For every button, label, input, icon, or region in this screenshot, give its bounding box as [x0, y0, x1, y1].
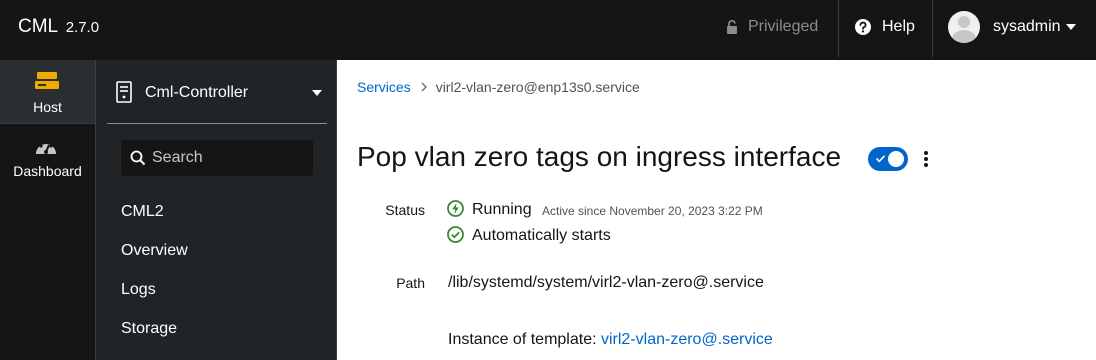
user-name: sysadmin — [993, 18, 1061, 35]
app-rail: Host Dashboard — [0, 60, 96, 360]
instance-of-template: Instance of template: virl2-vlan-zero@.s… — [448, 331, 773, 349]
breadcrumb-services-link[interactable]: Services — [357, 79, 411, 95]
header-divider — [932, 0, 933, 57]
user-menu[interactable]: sysadmin — [948, 0, 1076, 54]
sidebar-item-logs[interactable]: Logs — [121, 281, 156, 299]
status-label: Status — [385, 202, 425, 218]
service-enabled-toggle[interactable] — [868, 147, 908, 171]
brand-version: 2.7.0 — [65, 19, 100, 36]
sidebar: Cml-Controller CML2 Overview Logs Storag… — [96, 60, 337, 360]
brand[interactable]: CML 2.7.0 — [18, 16, 99, 38]
running-bolt-icon — [447, 200, 464, 217]
main-content: Services virl2-vlan-zero@enp13s0.service… — [337, 60, 1096, 360]
check-icon — [875, 155, 886, 163]
page-title: Pop vlan zero tags on ingress interface — [357, 141, 842, 172]
status-active-since: Active since November 20, 2023 3:22 PM — [542, 204, 763, 218]
rail-item-dashboard-label: Dashboard — [13, 163, 82, 179]
toggle-knob — [888, 151, 904, 167]
privileged-label: Privileged — [748, 18, 819, 35]
brand-name: CML — [18, 16, 58, 37]
kebab-menu-icon[interactable] — [920, 149, 932, 169]
rail-item-host-label: Host — [33, 99, 62, 115]
host-selector[interactable]: Cml-Controller — [107, 60, 327, 124]
help-circle-icon — [855, 19, 871, 35]
path-label: Path — [396, 275, 425, 291]
server-stack-icon — [35, 72, 59, 89]
avatar — [948, 11, 980, 43]
sidebar-item-overview[interactable]: Overview — [121, 242, 188, 260]
help-label: Help — [882, 18, 915, 35]
caret-down-icon — [312, 90, 322, 96]
header-divider — [838, 0, 839, 57]
path-value: /lib/systemd/system/virl2-vlan-zero@.ser… — [448, 274, 764, 291]
status-autostart: Automatically starts — [472, 227, 611, 244]
chevron-right-icon — [421, 82, 427, 92]
sidebar-item-storage[interactable]: Storage — [121, 320, 177, 338]
search-input[interactable] — [152, 140, 307, 176]
dashboard-gauge-icon — [36, 140, 56, 154]
lock-open-icon — [727, 20, 737, 34]
template-link[interactable]: virl2-vlan-zero@.service — [601, 331, 773, 348]
host-selector-label: Cml-Controller — [145, 84, 249, 101]
privileged-toggle[interactable]: Privileged — [726, 0, 818, 54]
caret-down-icon — [1065, 24, 1076, 30]
rail-item-dashboard[interactable]: Dashboard — [0, 124, 95, 186]
check-circle-icon — [447, 226, 464, 243]
search-icon — [130, 150, 146, 166]
rail-item-host[interactable]: Host — [0, 60, 95, 123]
breadcrumb: Services virl2-vlan-zero@enp13s0.service — [357, 79, 640, 95]
instance-prefix: Instance of template: — [448, 331, 597, 348]
sidebar-search — [121, 140, 313, 176]
server-icon — [116, 81, 132, 103]
masthead: CML 2.7.0 Privileged Help sysadmin — [0, 0, 1096, 60]
status-running: Running — [472, 201, 532, 218]
breadcrumb-current: virl2-vlan-zero@enp13s0.service — [435, 79, 640, 95]
sidebar-item-cml2[interactable]: CML2 — [121, 203, 164, 221]
help-button[interactable]: Help — [854, 0, 915, 54]
